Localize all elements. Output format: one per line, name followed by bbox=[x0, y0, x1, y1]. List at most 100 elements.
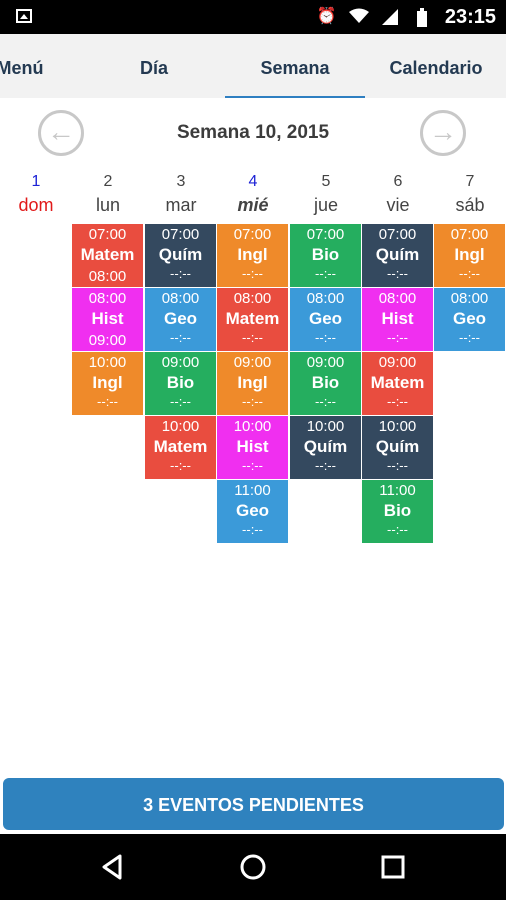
event-start: 09:00 bbox=[306, 354, 345, 371]
pending-events-button[interactable]: 3 EVENTOS PENDIENTES bbox=[3, 778, 504, 830]
image-icon bbox=[16, 9, 32, 23]
event-subject: Matem bbox=[153, 437, 208, 456]
day-header-lun[interactable]: 2 lun bbox=[72, 172, 144, 216]
event-subject: Hist bbox=[381, 309, 414, 328]
event-subject: Matem bbox=[370, 373, 425, 392]
event-lun-3[interactable]: 10:00 Ingl --:-- bbox=[72, 352, 143, 415]
event-subject: Bio bbox=[311, 373, 340, 392]
day-header-sab[interactable]: 7 sáb bbox=[434, 172, 506, 216]
active-tab-indicator bbox=[225, 96, 365, 98]
event-end: --:-- bbox=[315, 394, 336, 409]
event-mie-1[interactable]: 07:00 Ingl --:-- bbox=[217, 224, 288, 287]
event-mar-4[interactable]: 10:00 Matem --:-- bbox=[145, 416, 216, 479]
event-subject: Hist bbox=[91, 309, 124, 328]
event-jue-2[interactable]: 08:00 Geo --:-- bbox=[290, 288, 361, 351]
day-header-jue[interactable]: 5 jue bbox=[290, 172, 362, 216]
event-start: 10:00 bbox=[88, 354, 127, 371]
event-vie-1[interactable]: 07:00 Quím --:-- bbox=[362, 224, 433, 287]
recents-icon[interactable] bbox=[378, 852, 408, 882]
event-subject: Ingl bbox=[237, 373, 268, 392]
day-name: mar bbox=[165, 195, 197, 215]
tab-dia[interactable]: Día bbox=[84, 34, 224, 98]
back-icon[interactable] bbox=[98, 852, 128, 882]
alarm-icon: ⏰ bbox=[316, 8, 337, 25]
event-jue-1[interactable]: 07:00 Bio --:-- bbox=[290, 224, 361, 287]
event-subject: Bio bbox=[166, 373, 195, 392]
event-mie-2[interactable]: 08:00 Matem --:-- bbox=[217, 288, 288, 351]
event-subject: Matem bbox=[225, 309, 280, 328]
status-time: 23:15 bbox=[444, 5, 496, 28]
event-end: --:-- bbox=[242, 458, 263, 473]
event-end: --:-- bbox=[387, 394, 408, 409]
event-start: 09:00 bbox=[233, 354, 272, 371]
event-start: 07:00 bbox=[378, 226, 417, 243]
event-end: --:-- bbox=[242, 522, 263, 537]
event-subject: Quím bbox=[375, 245, 420, 264]
event-start: 08:00 bbox=[378, 290, 417, 307]
day-header-vie[interactable]: 6 vie bbox=[362, 172, 434, 216]
tab-semana[interactable]: Semana bbox=[225, 34, 365, 98]
status-bar: ⏰ 23:15 bbox=[0, 0, 506, 34]
event-jue-3[interactable]: 09:00 Bio --:-- bbox=[290, 352, 361, 415]
event-mie-5[interactable]: 11:00 Geo --:-- bbox=[217, 480, 288, 543]
week-navigation: ← Semana 10, 2015 → bbox=[0, 110, 506, 160]
tab-menu[interactable]: Menú bbox=[0, 34, 52, 98]
system-nav-bar bbox=[0, 834, 506, 900]
event-end: --:-- bbox=[242, 330, 263, 345]
day-header-dom[interactable]: 1 dom bbox=[0, 172, 72, 216]
event-vie-4[interactable]: 10:00 Quím --:-- bbox=[362, 416, 433, 479]
event-end: --:-- bbox=[315, 458, 336, 473]
day-number: 3 bbox=[176, 173, 186, 190]
day-header-mie[interactable]: 4 mié bbox=[217, 172, 289, 216]
event-subject: Geo bbox=[235, 501, 270, 520]
event-end: --:-- bbox=[242, 266, 263, 281]
tab-calendario[interactable]: Calendario bbox=[366, 34, 506, 98]
day-header-mar[interactable]: 3 mar bbox=[145, 172, 217, 216]
event-mie-4[interactable]: 10:00 Hist --:-- bbox=[217, 416, 288, 479]
event-sab-2[interactable]: 08:00 Geo --:-- bbox=[434, 288, 505, 351]
next-week-button[interactable]: → bbox=[420, 110, 466, 156]
event-vie-3[interactable]: 09:00 Matem --:-- bbox=[362, 352, 433, 415]
event-subject: Ingl bbox=[454, 245, 485, 264]
day-number: 4 bbox=[248, 173, 258, 190]
event-end: --:-- bbox=[387, 458, 408, 473]
day-number: 7 bbox=[465, 173, 475, 190]
event-start: 11:00 bbox=[234, 482, 271, 499]
event-start: 07:00 bbox=[161, 226, 200, 243]
day-number: 2 bbox=[103, 173, 113, 190]
event-start: 11:00 bbox=[379, 482, 416, 499]
event-subject: Matem bbox=[80, 245, 135, 264]
event-end: --:-- bbox=[97, 394, 118, 409]
day-name: dom bbox=[18, 195, 54, 215]
event-start: 08:00 bbox=[306, 290, 345, 307]
event-end: 08:00 bbox=[88, 268, 127, 285]
event-start: 07:00 bbox=[88, 226, 127, 243]
event-sab-1[interactable]: 07:00 Ingl --:-- bbox=[434, 224, 505, 287]
event-mie-3[interactable]: 09:00 Ingl --:-- bbox=[217, 352, 288, 415]
arrow-right-icon: → bbox=[429, 116, 457, 147]
day-name: sáb bbox=[455, 195, 485, 215]
event-end: --:-- bbox=[387, 266, 408, 281]
signal-icon bbox=[381, 8, 399, 26]
event-start: 08:00 bbox=[161, 290, 200, 307]
event-mar-2[interactable]: 08:00 Geo --:-- bbox=[145, 288, 216, 351]
event-start: 08:00 bbox=[450, 290, 489, 307]
tab-bar: Menú Día Semana Calendario bbox=[0, 34, 506, 98]
event-lun-2[interactable]: 08:00 Hist 09:00 bbox=[72, 288, 143, 351]
event-vie-2[interactable]: 08:00 Hist --:-- bbox=[362, 288, 433, 351]
event-jue-4[interactable]: 10:00 Quím --:-- bbox=[290, 416, 361, 479]
event-subject: Geo bbox=[163, 309, 198, 328]
day-name: jue bbox=[313, 195, 339, 215]
wifi-icon bbox=[348, 8, 369, 26]
day-name: mié bbox=[237, 195, 269, 215]
event-vie-5[interactable]: 11:00 Bio --:-- bbox=[362, 480, 433, 543]
event-end: 09:00 bbox=[88, 332, 127, 349]
event-mar-3[interactable]: 09:00 Bio --:-- bbox=[145, 352, 216, 415]
home-icon[interactable] bbox=[238, 852, 268, 882]
event-subject: Bio bbox=[311, 245, 340, 264]
event-end: --:-- bbox=[242, 394, 263, 409]
event-lun-1[interactable]: 07:00 Matem 08:00 bbox=[72, 224, 143, 287]
event-mar-1[interactable]: 07:00 Quím --:-- bbox=[145, 224, 216, 287]
event-start: 10:00 bbox=[306, 418, 345, 435]
event-end: --:-- bbox=[459, 266, 480, 281]
